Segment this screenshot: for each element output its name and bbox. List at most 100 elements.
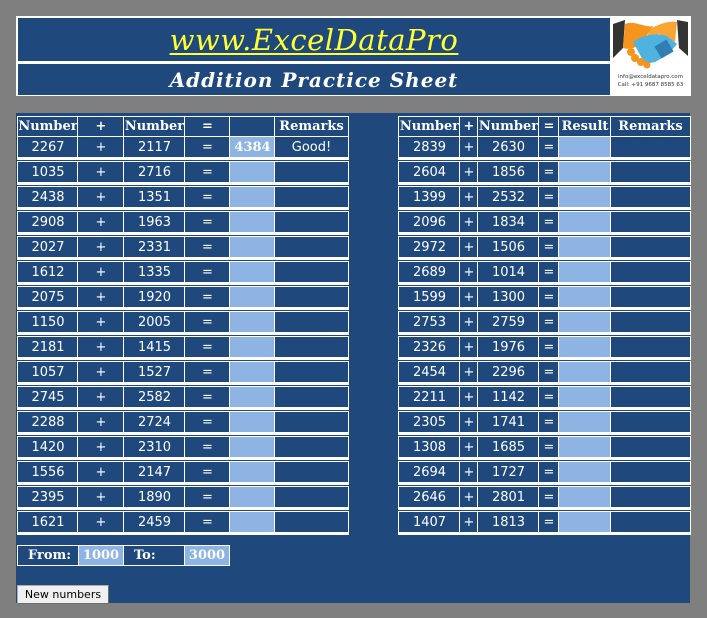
right-row-1-answer-input[interactable] <box>558 136 612 158</box>
left-row-9-answer-input[interactable] <box>229 336 276 358</box>
left-row-9-second-number: 1415 <box>123 336 186 358</box>
right-row-5-remarks[interactable] <box>610 236 691 258</box>
right-row-2-remarks[interactable] <box>610 161 691 183</box>
left-row-7-answer-input[interactable] <box>229 286 276 308</box>
right-row-11-remarks[interactable] <box>610 386 691 408</box>
right-row-1-remarks[interactable] <box>610 136 691 158</box>
right-header-second-number: Number <box>477 116 540 137</box>
left-row-8-remarks[interactable] <box>274 311 349 333</box>
contact-email: info@exceldatapro.com <box>618 74 683 80</box>
new-numbers-button[interactable]: New numbers <box>17 585 109 604</box>
right-row-12-remarks[interactable] <box>610 411 691 433</box>
right-row-15-second-number: 2801 <box>477 486 540 508</box>
right-row-9-remarks[interactable] <box>610 336 691 358</box>
left-row-16-answer-input[interactable] <box>229 511 276 533</box>
right-row-separator <box>398 508 691 510</box>
left-row-4-second-number: 1963 <box>123 211 186 233</box>
to-value-input[interactable]: 3000 <box>184 545 230 566</box>
right-row-14-second-number: 1727 <box>477 461 540 483</box>
left-row-2-remarks[interactable] <box>274 161 349 183</box>
right-row-7-first-number: 1599 <box>398 286 461 308</box>
from-value-input[interactable]: 1000 <box>78 545 124 566</box>
left-row-11-answer-input[interactable] <box>229 386 276 408</box>
left-row-1-answer-input[interactable]: 4384 <box>229 136 276 158</box>
left-row-6-answer-input[interactable] <box>229 261 276 283</box>
right-row-9-second-number: 1976 <box>477 336 540 358</box>
right-header-first-number: Number <box>398 116 461 137</box>
left-row-13-remarks[interactable] <box>274 436 349 458</box>
site-title-link[interactable]: www.ExcelDataPro <box>170 23 459 57</box>
left-row-5-remarks[interactable] <box>274 236 349 258</box>
left-row-separator <box>17 258 349 260</box>
left-row-14-answer-input[interactable] <box>229 461 276 483</box>
left-row-11-second-number: 2582 <box>123 386 186 408</box>
left-row-14-first-number: 1556 <box>17 461 79 483</box>
right-row-7-remarks[interactable] <box>610 286 691 308</box>
left-row-16-remarks[interactable] <box>274 511 349 533</box>
right-row-9-answer-input[interactable] <box>558 336 612 358</box>
right-row-15-remarks[interactable] <box>610 486 691 508</box>
left-row-14-remarks[interactable] <box>274 461 349 483</box>
right-row-13-equals-sign: = <box>538 436 560 458</box>
right-row-15-answer-input[interactable] <box>558 486 612 508</box>
right-row-12-second-number: 1741 <box>477 411 540 433</box>
left-header-first-number: Number <box>17 116 79 137</box>
right-row-4-second-number: 1834 <box>477 211 540 233</box>
right-row-10-remarks[interactable] <box>610 361 691 383</box>
left-row-15-answer-input[interactable] <box>229 486 276 508</box>
right-row-12-answer-input[interactable] <box>558 411 612 433</box>
left-row-7-remarks[interactable] <box>274 286 349 308</box>
left-row-12-remarks[interactable] <box>274 411 349 433</box>
right-row-5-answer-input[interactable] <box>558 236 612 258</box>
left-row-3-remarks[interactable] <box>274 186 349 208</box>
right-row-4-answer-input[interactable] <box>558 211 612 233</box>
right-row-14-remarks[interactable] <box>610 461 691 483</box>
right-row-8-answer-input[interactable] <box>558 311 612 333</box>
left-row-12-equals-sign: = <box>184 411 231 433</box>
right-row-6-first-number: 2689 <box>398 261 461 283</box>
left-row-13-answer-input[interactable] <box>229 436 276 458</box>
right-row-7-answer-input[interactable] <box>558 286 612 308</box>
right-row-3-plus-sign: + <box>459 186 479 208</box>
right-row-10-answer-input[interactable] <box>558 361 612 383</box>
title-cell: www.ExcelDataPro <box>18 18 610 61</box>
right-row-16-answer-input[interactable] <box>558 511 612 533</box>
left-row-1-remarks[interactable]: Good! <box>274 136 349 158</box>
right-row-6-answer-input[interactable] <box>558 261 612 283</box>
left-row-2-answer-input[interactable] <box>229 161 276 183</box>
left-row-8-answer-input[interactable] <box>229 311 276 333</box>
right-row-6-remarks[interactable] <box>610 261 691 283</box>
left-row-9-remarks[interactable] <box>274 336 349 358</box>
left-row-5-first-number: 2027 <box>17 236 79 258</box>
right-row-13-first-number: 1308 <box>398 436 461 458</box>
left-row-4-remarks[interactable] <box>274 211 349 233</box>
right-row-8-first-number: 2753 <box>398 311 461 333</box>
left-row-15-remarks[interactable] <box>274 486 349 508</box>
left-row-10-remarks[interactable] <box>274 361 349 383</box>
right-row-2-plus-sign: + <box>459 161 479 183</box>
left-row-12-answer-input[interactable] <box>229 411 276 433</box>
left-row-4-answer-input[interactable] <box>229 211 276 233</box>
left-row-6-remarks[interactable] <box>274 261 349 283</box>
left-row-11-remarks[interactable] <box>274 386 349 408</box>
right-row-16-remarks[interactable] <box>610 511 691 533</box>
left-row-16-second-number: 2459 <box>123 511 186 533</box>
left-row-5-answer-input[interactable] <box>229 236 276 258</box>
right-row-4-remarks[interactable] <box>610 211 691 233</box>
right-row-3-answer-input[interactable] <box>558 186 612 208</box>
right-row-3-remarks[interactable] <box>610 186 691 208</box>
right-row-2-answer-input[interactable] <box>558 161 612 183</box>
right-row-11-answer-input[interactable] <box>558 386 612 408</box>
left-row-3-answer-input[interactable] <box>229 186 276 208</box>
right-row-14-equals-sign: = <box>538 461 560 483</box>
right-row-7-second-number: 1300 <box>477 286 540 308</box>
right-row-14-answer-input[interactable] <box>558 461 612 483</box>
left-row-10-answer-input[interactable] <box>229 361 276 383</box>
right-row-13-answer-input[interactable] <box>558 436 612 458</box>
right-row-8-remarks[interactable] <box>610 311 691 333</box>
left-row-14-second-number: 2147 <box>123 461 186 483</box>
subtitle-cell: Addition Practice Sheet <box>18 64 610 95</box>
right-row-13-remarks[interactable] <box>610 436 691 458</box>
left-row-separator <box>17 333 349 335</box>
right-row-16-equals-sign: = <box>538 511 560 533</box>
